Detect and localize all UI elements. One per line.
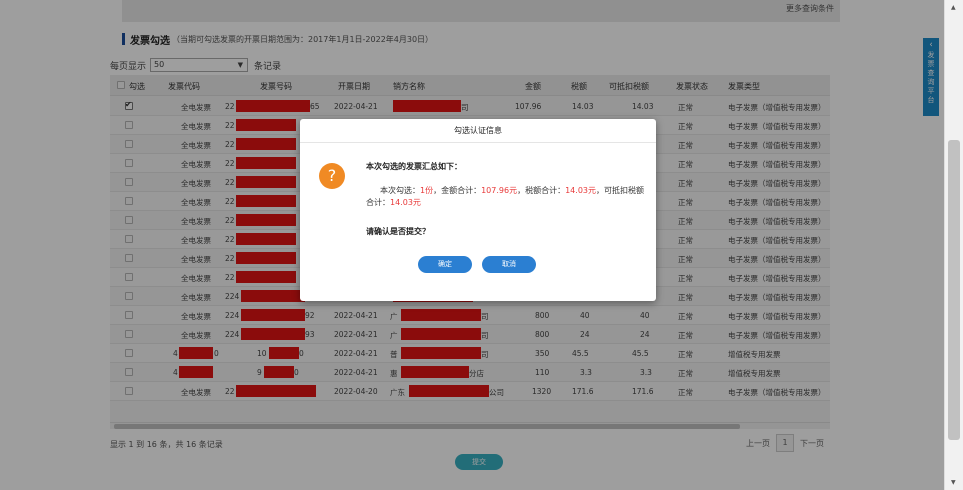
summary-tax: 14.03元	[565, 186, 596, 195]
dialog-confirm-question: 请确认是否提交？	[366, 227, 430, 236]
dialog-title: 勾选认证信息	[300, 119, 656, 143]
summary-label-amount: ，金额合计：	[433, 186, 482, 195]
summary-count: 1份	[420, 186, 434, 195]
cancel-button[interactable]: 取消	[482, 256, 536, 273]
summary-deductible: 14.03元	[390, 198, 421, 207]
confirm-button[interactable]: 确定	[418, 256, 472, 273]
vertical-scrollbar-thumb[interactable]	[948, 140, 960, 440]
question-icon: ?	[319, 163, 345, 189]
dialog-summary-text: 本次勾选：1份，金额合计：107.96元，税额合计：14.03元，可抵扣税额合计…	[366, 185, 646, 209]
scroll-down-arrow-icon[interactable]: ▼	[951, 479, 956, 486]
scroll-up-arrow-icon[interactable]: ▲	[951, 4, 956, 11]
vertical-scrollbar[interactable]: ▲ ▼	[944, 0, 963, 490]
confirm-dialog: 勾选认证信息 ? 本次勾选的发票汇总如下： 本次勾选：1份，金额合计：107.9…	[300, 119, 656, 301]
summary-label-count: 本次勾选：	[380, 186, 420, 195]
summary-amount: 107.96元	[481, 186, 518, 195]
summary-label-tax: ，税额合计：	[517, 186, 566, 195]
dialog-summary-heading: 本次勾选的发票汇总如下：	[366, 162, 462, 171]
page-root: 更多查询条件 发票勾选 （当期可勾选发票的开票日期范围为：2017年1月1日-2…	[0, 0, 963, 490]
